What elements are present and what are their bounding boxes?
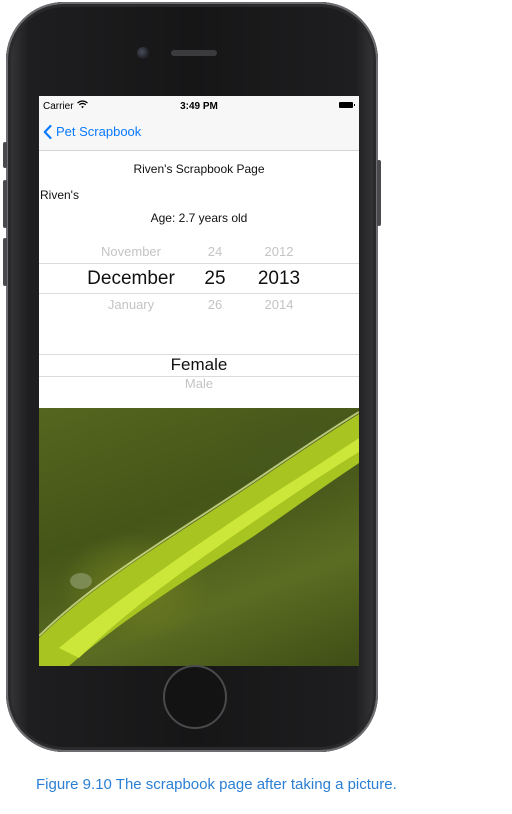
year-option-selected[interactable]: 2013 [249, 268, 309, 290]
pet-name-field[interactable]: Riven's [40, 188, 79, 202]
pet-photo[interactable] [39, 408, 359, 666]
year-option[interactable]: 2012 [249, 244, 309, 259]
month-option-selected[interactable]: December [76, 268, 186, 290]
year-option[interactable]: 2014 [249, 297, 309, 312]
earpiece-speaker [171, 50, 217, 56]
home-button[interactable] [163, 665, 227, 729]
status-time: 3:49 PM [180, 101, 218, 112]
back-button-label: Pet Scrapbook [56, 124, 142, 139]
picker-selection-top [39, 263, 359, 264]
chevron-left-icon [43, 124, 52, 139]
leaf-photo-image [39, 411, 359, 666]
figure-caption: Figure 9.10 The scrapbook page after tak… [36, 776, 397, 793]
birthdate-picker[interactable]: November December January 24 25 26 2012 … [39, 240, 359, 312]
volume-down-button [3, 238, 7, 286]
age-label: Age: 2.7 years old [150, 211, 248, 225]
month-option[interactable]: November [81, 244, 181, 259]
status-bar: Carrier 3:49 PM [39, 96, 359, 116]
back-button[interactable]: Pet Scrapbook [43, 124, 141, 139]
front-camera [137, 47, 149, 59]
navigation-bar: Pet Scrapbook [39, 116, 359, 151]
gender-picker[interactable]: Female Male [39, 346, 359, 391]
device-screen: Carrier 3:49 PM Pet Scrapbook Riven's Sc… [39, 96, 359, 666]
mute-switch [3, 142, 7, 168]
page-title: Riven's Scrapbook Page [133, 162, 265, 176]
volume-up-button [3, 180, 7, 228]
day-option[interactable]: 26 [197, 297, 233, 312]
battery-icon [339, 102, 355, 108]
day-option-selected[interactable]: 25 [197, 268, 233, 290]
month-option[interactable]: January [81, 297, 181, 312]
power-button [377, 160, 381, 226]
day-option[interactable]: 24 [197, 244, 233, 259]
picker-selection-bottom [39, 293, 359, 294]
gender-option-selected[interactable]: Female [149, 355, 249, 375]
iphone-device-frame: Carrier 3:49 PM Pet Scrapbook Riven's Sc… [3, 2, 381, 752]
gender-option[interactable]: Male [149, 376, 249, 391]
